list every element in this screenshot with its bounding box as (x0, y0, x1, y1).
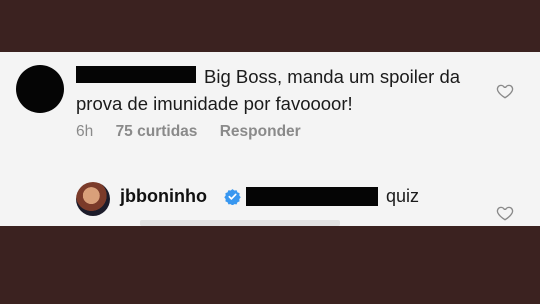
likes-count[interactable]: 75 curtidas (116, 123, 198, 140)
heart-icon[interactable] (496, 204, 514, 222)
redacted-mention (246, 187, 378, 206)
reply-username[interactable]: jbboninho (120, 186, 207, 207)
heart-icon[interactable] (496, 82, 514, 100)
top-dark-band (0, 0, 540, 52)
comment-text: Big Boss, manda um spoiler da prova de i… (76, 66, 461, 114)
verified-badge-icon (224, 189, 241, 205)
bottom-dark-band (0, 226, 540, 304)
reply-avatar[interactable] (76, 182, 110, 216)
reply-button[interactable]: Responder (220, 123, 301, 140)
comment-thread: Big Boss, manda um spoiler da prova de i… (0, 52, 540, 226)
comment-time: 6h (76, 123, 94, 140)
commenter-avatar[interactable] (16, 65, 64, 113)
comment-meta: 6h 75 curtidas Responder (76, 123, 319, 141)
reply-text: quiz (386, 186, 420, 206)
